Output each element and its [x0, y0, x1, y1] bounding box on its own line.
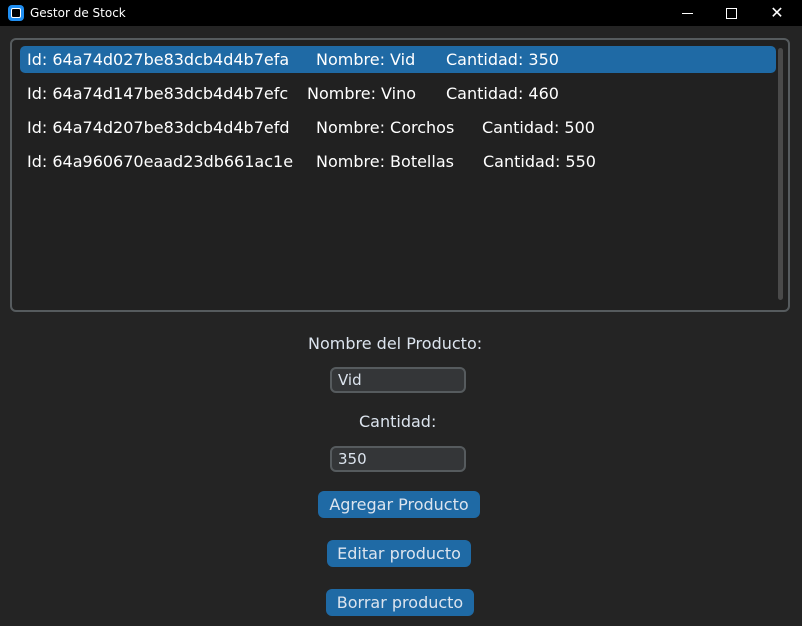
product-id: Id: 64a74d027be83dcb4d4b7efa: [27, 50, 290, 69]
quantity-field[interactable]: [330, 446, 466, 472]
product-quantity: Cantidad: 350: [446, 50, 559, 69]
maximize-icon: [725, 7, 737, 19]
list-item[interactable]: Id: 64a74d207be83dcb4d4b7efd Nombre: Cor…: [20, 114, 776, 141]
maximize-button[interactable]: [708, 0, 754, 26]
list-item[interactable]: Id: 64a74d027be83dcb4d4b7efa Nombre: Vid…: [20, 46, 776, 73]
app-icon: [8, 5, 24, 21]
product-id: Id: 64a74d147be83dcb4d4b7efc: [27, 84, 289, 103]
list-item[interactable]: Id: 64a960670eaad23db661ac1e Nombre: Bot…: [20, 148, 776, 175]
product-id: Id: 64a960670eaad23db661ac1e: [27, 152, 294, 171]
product-quantity: Cantidad: 500: [482, 118, 595, 137]
edit-product-button[interactable]: Editar producto: [327, 540, 471, 567]
title-bar: Gestor de Stock ✕: [0, 0, 802, 26]
product-id: Id: 64a74d207be83dcb4d4b7efd: [27, 118, 290, 137]
product-list[interactable]: Id: 64a74d027be83dcb4d4b7efa Nombre: Vid…: [10, 38, 790, 312]
product-name: Nombre: Vino: [307, 84, 417, 103]
close-button[interactable]: ✕: [754, 0, 800, 26]
product-name-label: Nombre del Producto:: [308, 334, 483, 353]
add-product-button[interactable]: Agregar Producto: [318, 491, 480, 518]
product-quantity: Cantidad: 460: [446, 84, 559, 103]
close-icon: ✕: [770, 3, 784, 22]
delete-product-button[interactable]: Borrar producto: [326, 589, 474, 616]
product-name: Nombre: Vid: [316, 50, 416, 69]
product-name-input[interactable]: [332, 369, 464, 391]
quantity-input[interactable]: [332, 448, 464, 470]
list-item[interactable]: Id: 64a74d147be83dcb4d4b7efc Nombre: Vin…: [20, 80, 776, 107]
product-name: Nombre: Corchos: [316, 118, 455, 137]
minimize-icon: [681, 12, 693, 14]
product-name-field[interactable]: [330, 367, 466, 393]
window-title: Gestor de Stock: [30, 6, 126, 20]
product-name: Nombre: Botellas: [316, 152, 454, 171]
product-quantity: Cantidad: 550: [483, 152, 596, 171]
list-scrollbar[interactable]: [778, 48, 783, 300]
quantity-label: Cantidad:: [359, 412, 437, 431]
minimize-button[interactable]: [664, 0, 710, 26]
